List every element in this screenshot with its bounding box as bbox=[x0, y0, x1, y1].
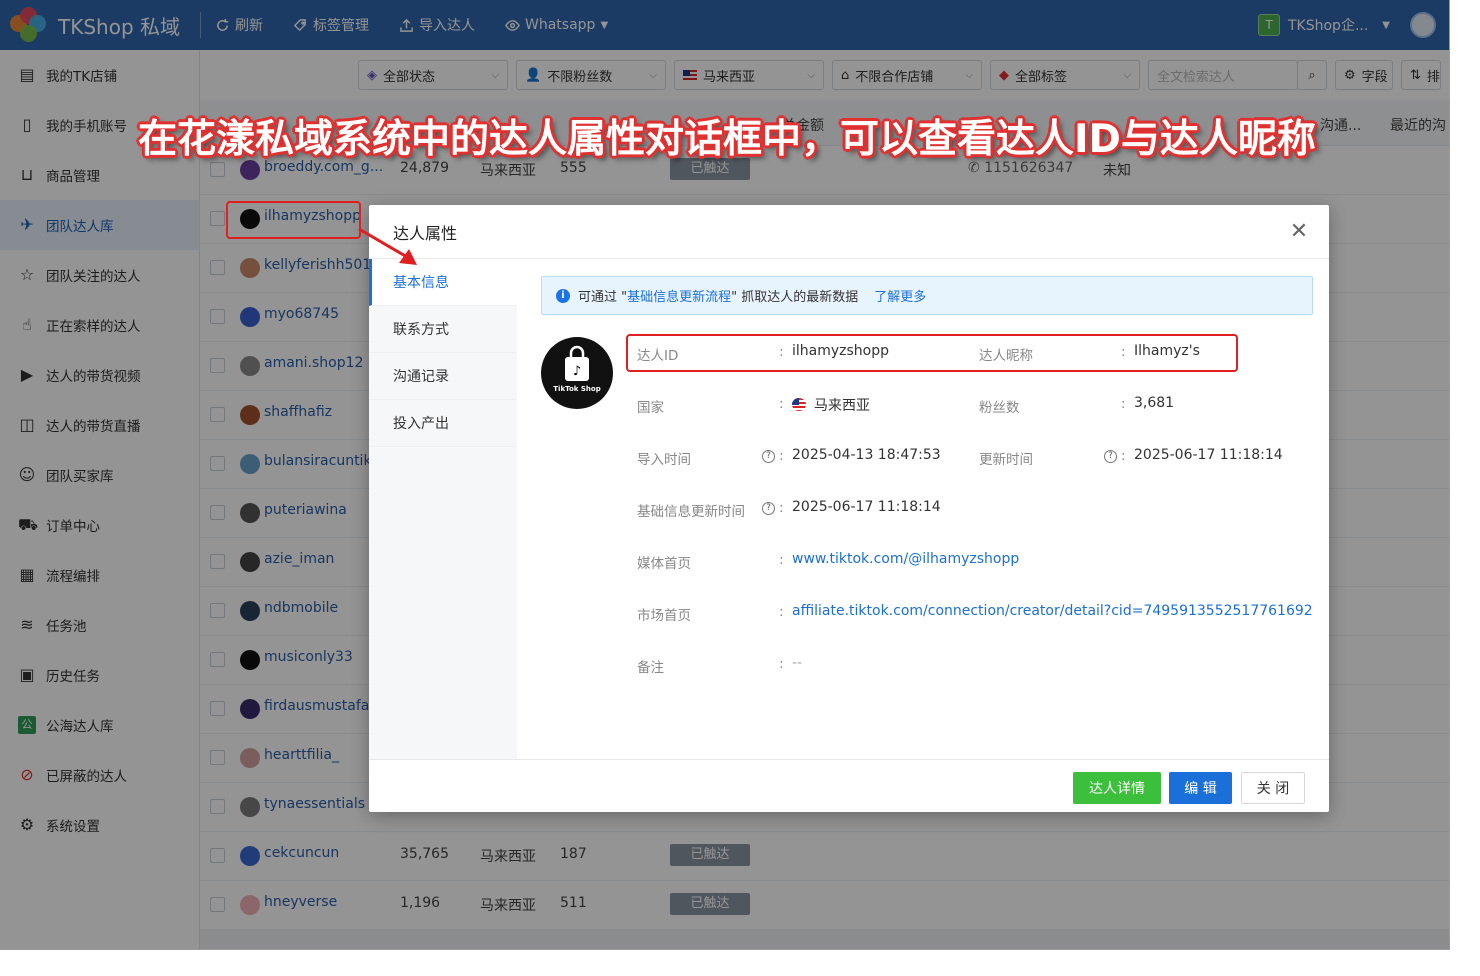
colon: : bbox=[1121, 396, 1126, 412]
media-home-link[interactable]: www.tiktok.com/@ilhamyzshopp bbox=[792, 551, 1019, 567]
market-home-link[interactable]: affiliate.tiktok.com/connection/creator/… bbox=[792, 603, 1313, 619]
update-time-value: 2025-06-17 11:18:14 bbox=[1134, 447, 1283, 463]
app-window: TKShop 私域 刷新 标签管理 导入达人 Whatsapp ▼ T TKSh… bbox=[0, 0, 1450, 950]
country-label: 国家 bbox=[637, 400, 664, 416]
learn-more-link[interactable]: 了解更多 bbox=[874, 286, 926, 305]
dialog-footer: 达人详情 编 辑 关 闭 bbox=[369, 759, 1329, 812]
svg-text:♪: ♪ bbox=[573, 364, 581, 379]
dialog-title: 达人属性 bbox=[369, 205, 1329, 259]
info-icon: i bbox=[556, 288, 570, 303]
update-time-label: 更新时间 bbox=[979, 452, 1033, 468]
annotation-banner: 在花漾私域系统中的达人属性对话框中，可以查看达人ID与达人昵称 bbox=[138, 117, 1316, 162]
country-value: 马来西亚 bbox=[814, 398, 870, 414]
help-icon[interactable]: ? bbox=[762, 450, 775, 463]
help-icon[interactable]: ? bbox=[762, 502, 775, 515]
tab-contact[interactable]: 联系方式 bbox=[369, 306, 517, 353]
basic-update-time-label: 基础信息更新时间 bbox=[637, 504, 745, 520]
update-flow-link[interactable]: 基础信息更新流程 bbox=[627, 286, 731, 305]
annotation-arrow bbox=[358, 227, 417, 265]
import-time-label: 导入时间 bbox=[637, 452, 691, 468]
dialog-tabs: 基本信息 联系方式 沟通记录 投入产出 bbox=[369, 259, 517, 759]
media-home-label: 媒体首页 bbox=[637, 556, 691, 572]
remark-label: 备注 bbox=[637, 660, 664, 676]
close-button[interactable]: 关 闭 bbox=[1241, 772, 1305, 804]
info-notice: i 可通过 " 基础信息更新流程 " 抓取达人的最新数据 了解更多 bbox=[541, 276, 1313, 315]
colon: : bbox=[779, 656, 784, 672]
fans-label: 粉丝数 bbox=[979, 400, 1020, 416]
malaysia-flag-icon bbox=[792, 398, 806, 411]
tab-communication[interactable]: 沟通记录 bbox=[369, 353, 517, 400]
creator-detail-button[interactable]: 达人详情 bbox=[1073, 772, 1161, 804]
close-icon[interactable]: ✕ bbox=[1287, 220, 1311, 244]
colon: : bbox=[779, 604, 784, 620]
tiktok-shop-bag-icon: ♪ bbox=[565, 345, 589, 381]
colon: : bbox=[779, 500, 784, 516]
import-time-value: 2025-04-13 18:47:53 bbox=[792, 447, 941, 463]
colon: : bbox=[779, 448, 784, 464]
highlight-id-nickname bbox=[626, 334, 1238, 372]
colon: : bbox=[1121, 448, 1126, 464]
colon: : bbox=[779, 552, 784, 568]
creator-avatar: ♪ TikTok Shop bbox=[541, 337, 613, 409]
fans-value: 3,681 bbox=[1134, 395, 1175, 411]
highlight-creator-name bbox=[226, 201, 361, 239]
remark-value: -- bbox=[792, 655, 803, 671]
basic-update-time-value: 2025-06-17 11:18:14 bbox=[792, 499, 941, 515]
colon: : bbox=[779, 396, 784, 412]
tab-roi[interactable]: 投入产出 bbox=[369, 400, 517, 447]
market-home-label: 市场首页 bbox=[637, 608, 691, 624]
edit-button[interactable]: 编 辑 bbox=[1169, 772, 1232, 804]
help-icon[interactable]: ? bbox=[1104, 450, 1117, 463]
creator-attributes-dialog: 达人属性 ✕ 基本信息 联系方式 沟通记录 投入产出 i 可通过 " 基础信息更… bbox=[369, 205, 1329, 812]
